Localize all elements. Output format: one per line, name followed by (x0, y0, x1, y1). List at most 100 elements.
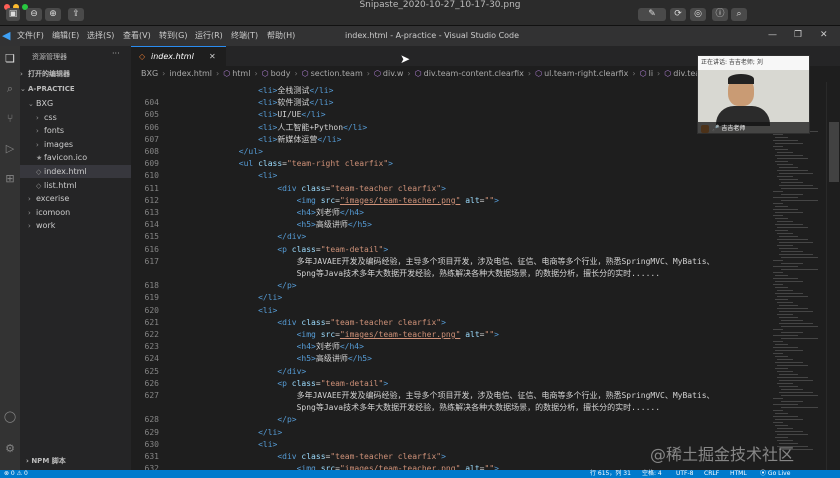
code-line[interactable]: <li> (181, 440, 277, 450)
minimap-line (781, 332, 803, 333)
code-line[interactable]: <li> (181, 306, 277, 316)
breadcrumb-item[interactable]: html (232, 69, 250, 78)
search-icon[interactable]: ⌕ (731, 8, 747, 21)
encoding[interactable]: UTF-8 (676, 470, 694, 478)
editor-scrollbar[interactable] (826, 82, 840, 470)
code-line[interactable]: 多年JAVAEE开发及编码经验，主导多个项目开发，涉及电信、征信、电商等多个行业… (181, 257, 715, 267)
code-line[interactable]: <ul class="team-right clearfix"> (181, 159, 393, 169)
line-ending[interactable]: CRLF (704, 470, 719, 478)
tree-item[interactable]: ★ favicon.ico (20, 151, 131, 164)
breadcrumb-item[interactable]: ul.team-right.clearfix (544, 69, 628, 78)
code-line[interactable]: <div class="team-teacher clearfix"> (181, 452, 446, 462)
search-icon[interactable]: ⌕ (3, 82, 17, 96)
code-line[interactable]: </li> (181, 293, 282, 303)
indent-guide (181, 342, 297, 351)
tree-item[interactable]: › css (20, 111, 131, 124)
account-icon[interactable]: ◯ (3, 410, 17, 424)
explorer-icon[interactable]: ❏ (3, 52, 17, 66)
code-line[interactable]: <h4>刘老师</h4> (181, 342, 364, 352)
code-line[interactable]: <li>软件测试</li> (181, 98, 333, 108)
menu-view[interactable]: 查看(V) (123, 31, 151, 41)
code-line[interactable]: <div class="team-teacher clearfix"> (181, 318, 446, 328)
code-line[interactable]: </p> (181, 415, 296, 425)
code-line[interactable]: <li> (181, 171, 277, 181)
markup-icon[interactable]: ✎ (638, 8, 666, 21)
breadcrumb-item[interactable]: div.w (383, 69, 404, 78)
tab-index-html[interactable]: ◇ index.html ✕ (131, 46, 226, 66)
tree-item[interactable]: › excerise (20, 192, 131, 205)
workspace-section[interactable]: ⌄ A-PRACTICE (20, 83, 131, 96)
minimap-line (773, 134, 783, 135)
code-line[interactable]: <h5>高级讲师</h5> (181, 220, 372, 230)
breadcrumb-item[interactable]: index.html (169, 69, 212, 78)
rotate-icon[interactable]: ⟳ (670, 8, 686, 21)
tree-item[interactable]: ⌄ BXG (20, 97, 131, 110)
menu-terminal[interactable]: 终端(T) (231, 31, 258, 41)
breadcrumb-item[interactable]: div.team-content.clearfix (424, 69, 524, 78)
breadcrumb-item[interactable]: div.tea (673, 69, 700, 78)
code-line[interactable]: <div class="team-teacher clearfix"> (181, 184, 446, 194)
close-icon[interactable]: ✕ (820, 30, 828, 40)
cursor-position[interactable]: 行 615，列 31 (590, 470, 631, 478)
run-debug-icon[interactable]: ▷ (3, 142, 17, 156)
tab-close-icon[interactable]: ✕ (209, 52, 216, 61)
menu-help[interactable]: 帮助(H) (267, 31, 295, 41)
code-line[interactable]: <li>人工智能+Python</li> (181, 123, 367, 133)
crop-icon[interactable]: ◎ (690, 8, 706, 21)
code-line[interactable]: <h5>高级讲师</h5> (181, 354, 372, 364)
info-icon[interactable]: ⓘ (712, 8, 728, 21)
more-actions-icon[interactable]: ··· (112, 49, 120, 58)
code-line[interactable]: <img src="images/team-teacher.png" alt="… (181, 330, 499, 340)
sidebar-toggle-icon[interactable]: ▣ (6, 8, 20, 21)
zoom-out-icon[interactable]: ⊖ (26, 8, 42, 21)
tree-item[interactable]: › icomoon (20, 206, 131, 219)
minimap-line (777, 302, 793, 303)
code-line[interactable]: <p class="team-detail"> (181, 245, 388, 255)
breadcrumb-item[interactable]: li (649, 69, 653, 78)
tree-item[interactable]: ◇ index.html (20, 165, 131, 178)
npm-scripts-section[interactable]: › NPM 脚本 (26, 456, 66, 466)
menu-file[interactable]: 文件(F) (17, 31, 44, 41)
breadcrumb-item[interactable]: section.team (311, 69, 363, 78)
menu-go[interactable]: 转到(G) (159, 31, 187, 41)
code-line[interactable]: 多年JAVAEE开发及编码经验，主导多个项目开发，涉及电信、征信、电商等多个行业… (181, 391, 715, 401)
scroll-thumb[interactable] (829, 122, 839, 182)
code-line[interactable]: </ul> (181, 147, 263, 157)
code-line[interactable]: Spng等Java技术多年大数据开发经验，熟练解决各种大数据场景，的数据分析，擅… (181, 403, 660, 413)
breadcrumb-item[interactable]: body (271, 69, 291, 78)
problems-count[interactable]: ⊗ 0 ⚠ 0 (4, 470, 28, 478)
code-line[interactable]: </div> (181, 232, 306, 242)
settings-gear-icon[interactable]: ⚙ (3, 442, 17, 456)
indentation[interactable]: 空格: 4 (642, 470, 662, 478)
code-line[interactable]: Spng等Java技术多年大数据开发经验，熟练解决各种大数据场景，的数据分析，擅… (181, 269, 660, 279)
code-line[interactable]: <li>全栈测试</li> (181, 86, 333, 96)
code-line[interactable]: <li>UI/UE</li> (181, 110, 325, 120)
code-editor[interactable]: <li>全栈测试</li> <li>软件测试</li> <li>UI/UE</l… (181, 82, 771, 470)
menu-edit[interactable]: 编辑(E) (52, 31, 79, 41)
code-line[interactable]: </li> (181, 428, 282, 438)
language-mode[interactable]: HTML (730, 470, 747, 478)
code-line[interactable]: </p> (181, 281, 296, 291)
open-editors-section[interactable]: › 打开的编辑器 (20, 68, 131, 81)
code-line[interactable]: <li>新媒体运营</li> (181, 135, 341, 145)
source-control-icon[interactable]: ⑂ (3, 112, 17, 126)
tree-item[interactable]: › work (20, 219, 131, 232)
restore-icon[interactable]: ❐ (794, 30, 802, 40)
breadcrumb-item[interactable]: BXG (141, 69, 158, 78)
zoom-in-icon[interactable]: ⊕ (45, 8, 61, 21)
tree-item[interactable]: ◇ list.html (20, 179, 131, 192)
code-line[interactable]: </div> (181, 367, 306, 377)
minimap-line (773, 347, 798, 348)
tree-item[interactable]: › images (20, 138, 131, 151)
code-line[interactable]: <p class="team-detail"> (181, 379, 388, 389)
menu-selection[interactable]: 选择(S) (87, 31, 114, 41)
minimize-icon[interactable]: — (768, 30, 777, 40)
menu-run[interactable]: 运行(R) (195, 31, 223, 41)
minimap[interactable] (771, 82, 826, 470)
code-line[interactable]: <h4>刘老师</h4> (181, 208, 364, 218)
tree-item[interactable]: › fonts (20, 124, 131, 137)
extensions-icon[interactable]: ⊞ (3, 172, 17, 186)
go-live-button[interactable]: ⦿ Go Live (760, 470, 790, 478)
share-icon[interactable]: ⇪ (68, 8, 84, 21)
code-line[interactable]: <img src="images/team-teacher.png" alt="… (181, 196, 499, 206)
